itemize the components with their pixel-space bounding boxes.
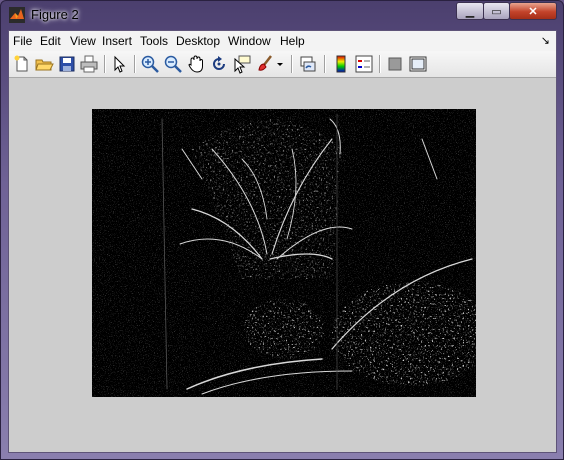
figure-client-area: File Edit View Insert Tools Desktop Wind… <box>8 30 557 453</box>
figure-toolbar <box>9 51 556 78</box>
rotate-3d-icon[interactable] <box>209 54 229 74</box>
dock-figure-icon[interactable]: ↘ <box>541 34 550 47</box>
toolbar-separator <box>104 55 106 73</box>
insert-colorbar-icon[interactable] <box>331 54 351 74</box>
matlab-logo-icon <box>9 7 25 23</box>
menu-insert[interactable]: Insert <box>102 34 132 48</box>
link-plot-icon[interactable] <box>298 54 318 74</box>
toolbar-separator <box>134 55 136 73</box>
zoom-out-icon[interactable] <box>163 54 183 74</box>
window-title: Figure 2 <box>31 7 79 22</box>
hide-plot-tools-icon[interactable] <box>385 54 405 74</box>
minimize-button[interactable]: ▁ <box>456 2 484 20</box>
toolbar-separator <box>379 55 381 73</box>
menu-window[interactable]: Window <box>228 34 271 48</box>
menu-desktop[interactable]: Desktop <box>176 34 220 48</box>
zoom-in-icon[interactable] <box>140 54 160 74</box>
menu-edit[interactable]: Edit <box>40 34 61 48</box>
maximize-button[interactable]: ▭ <box>483 2 510 20</box>
brush-icon[interactable] <box>255 54 275 74</box>
close-button[interactable]: ✕ <box>509 2 557 20</box>
toolbar-separator <box>324 55 326 73</box>
new-figure-icon[interactable] <box>12 54 32 74</box>
insert-legend-icon[interactable] <box>354 54 374 74</box>
toolbar-separator <box>291 55 293 73</box>
open-file-icon[interactable] <box>34 54 54 74</box>
menu-help[interactable]: Help <box>280 34 305 48</box>
figure-window: Figure 2 ▁ ▭ ✕ File Edit View Insert Too… <box>0 0 564 460</box>
image-axes[interactable] <box>92 109 476 397</box>
save-icon[interactable] <box>57 54 77 74</box>
title-bar[interactable]: Figure 2 ▁ ▭ ✕ <box>1 1 563 29</box>
menu-file[interactable]: File <box>13 34 32 48</box>
menu-tools[interactable]: Tools <box>140 34 168 48</box>
show-plot-tools-icon[interactable] <box>408 54 428 74</box>
menu-bar: File Edit View Insert Tools Desktop Wind… <box>9 31 556 51</box>
pan-hand-icon[interactable] <box>186 54 206 74</box>
print-icon[interactable] <box>79 54 99 74</box>
data-cursor-icon[interactable] <box>232 54 252 74</box>
chevron-down-icon[interactable] <box>274 54 286 74</box>
edit-plot-arrow-icon[interactable] <box>109 54 129 74</box>
menu-view[interactable]: View <box>70 34 96 48</box>
edge-detected-image <box>92 109 476 397</box>
